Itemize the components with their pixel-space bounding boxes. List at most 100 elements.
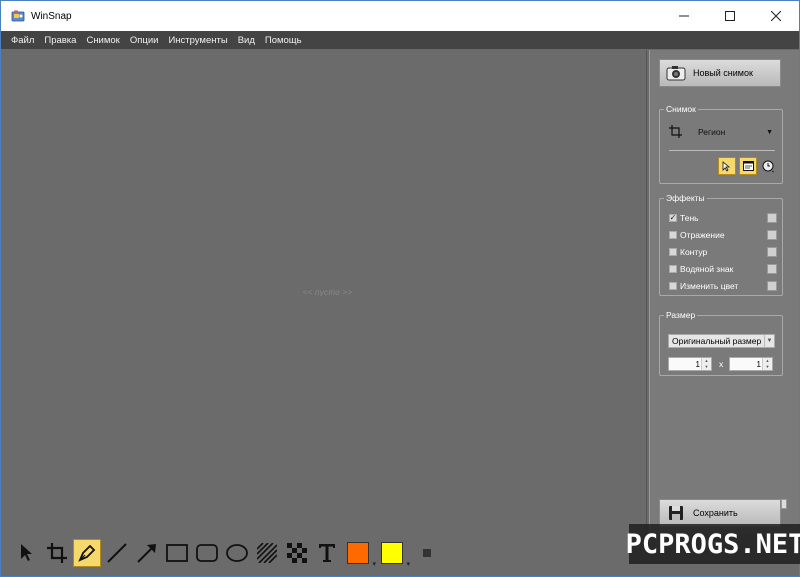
menu-bar: Файл Правка Снимок Опции Инструменты Вид… [1,31,799,49]
save-label: Сохранить [693,508,738,518]
effect-shadow: ✓ Тень [669,212,777,224]
capture-group-title: Снимок [664,104,698,114]
panel-scroll-handle[interactable] [781,499,787,509]
menu-edit[interactable]: Правка [44,35,76,46]
close-button[interactable] [753,1,799,31]
right-panel: Новый снимок Снимок Регион ▼ Эффекты ✓ Т… [649,50,799,534]
line-width-selector[interactable] [413,539,441,567]
crop-icon [47,542,67,563]
secondary-color-picker[interactable] [381,541,410,568]
cursor-icon [722,160,731,172]
height-value: 1 [756,359,761,369]
line-width-icon [423,548,431,557]
effects-group: Эффекты ✓ Тень Отражение Контур Водяной … [659,193,783,296]
region-crop-icon [669,124,682,140]
shadow-settings-button[interactable] [767,213,777,223]
new-capture-button[interactable]: Новый снимок [659,59,781,87]
pen-tool[interactable] [73,538,101,567]
window-title: WinSnap [31,10,72,22]
recolor-label: Изменить цвет [680,281,739,291]
height-stepper[interactable]: 1 ▲ ▼ [729,357,773,371]
menu-options[interactable]: Опции [130,35,159,46]
size-separator-x: x [719,359,724,369]
outline-checkbox[interactable] [669,248,677,256]
minimize-icon [679,15,689,17]
ellipse-icon [226,543,248,562]
line-tool[interactable] [103,539,131,567]
reflection-label: Отражение [680,230,725,240]
ellipse-tool[interactable] [223,539,251,567]
shadow-checkbox[interactable]: ✓ [669,214,677,222]
pen-icon [78,544,96,562]
maximize-icon [725,11,735,21]
effect-watermark: Водяной знак [669,263,777,275]
outline-settings-button[interactable] [767,247,777,257]
rounded-rectangle-icon [196,543,218,562]
minimize-button[interactable] [661,1,707,31]
text-tool[interactable] [313,539,341,567]
crop-tool[interactable] [43,539,71,567]
recolor-checkbox[interactable] [669,282,677,290]
chevron-down-icon: ▼ [766,128,773,136]
reflection-settings-button[interactable] [767,230,777,240]
menu-capture[interactable]: Снимок [86,35,119,46]
floppy-disk-icon [666,504,686,522]
pixelate-icon [287,542,307,563]
width-stepper-arrows[interactable]: ▲ ▼ [701,358,711,370]
text-icon [319,543,335,562]
hatch-icon [257,542,277,563]
timer-icon [762,160,774,172]
line-icon [107,542,127,563]
camera-icon [666,64,686,82]
effect-reflection: Отражение [669,229,777,241]
include-cursor-button[interactable] [718,157,736,175]
capture-mode-value: Регион [698,127,726,137]
pointer-tool[interactable] [13,539,41,567]
maximize-button[interactable] [707,1,753,31]
size-group-title: Размер [664,310,698,320]
close-icon [771,11,781,21]
capture-mode-dropdown[interactable]: Регион ▼ [669,124,773,140]
hatch-tool[interactable] [253,539,281,567]
width-value: 1 [695,359,700,369]
arrow-icon [137,543,156,563]
pointer-icon [21,543,32,561]
timer-button[interactable] [760,157,776,175]
chevron-down-icon: ▼ [764,335,774,347]
empty-canvas-text: << пусто >> [302,287,353,297]
effect-outline: Контур [669,246,777,258]
watermark-logo: PCPROGS.NET [626,524,800,564]
shadow-label: Тень [680,213,699,223]
effects-group-title: Эффекты [664,193,707,203]
new-capture-label: Новый снимок [693,68,753,78]
size-mode-select[interactable]: Оригинальный размер ▼ [668,334,775,348]
image-canvas[interactable]: << пусто >> [9,50,647,534]
watermark-label: Водяной знак [680,264,734,274]
arrow-tool[interactable] [133,539,161,567]
reflection-checkbox[interactable] [669,231,677,239]
outline-label: Контур [680,247,708,257]
window-icon [742,161,754,171]
window-options-button[interactable] [739,157,757,175]
capture-group: Снимок Регион ▼ [659,104,783,184]
save-button[interactable]: Сохранить [659,499,781,527]
winsnap-app-icon [11,9,25,23]
watermark-settings-button[interactable] [767,264,777,274]
capture-separator [669,150,775,151]
height-stepper-arrows[interactable]: ▲ ▼ [762,358,772,370]
recolor-settings-button[interactable] [767,281,777,291]
rounded-rectangle-tool[interactable] [193,539,221,567]
app-window: WinSnap Файл Правка Снимок Опции Инструм… [0,0,800,577]
primary-color-picker[interactable] [347,541,376,568]
pixelate-tool[interactable] [283,539,311,567]
menu-help[interactable]: Помощь [265,35,302,46]
menu-tools[interactable]: Инструменты [168,35,227,46]
width-stepper[interactable]: 1 ▲ ▼ [668,357,712,371]
menu-file[interactable]: Файл [11,35,34,46]
window-controls [661,1,799,31]
drawing-toolbar [9,535,639,570]
size-group: Размер Оригинальный размер ▼ 1 ▲ ▼ x 1 ▲ ▼ [659,310,783,376]
menu-view[interactable]: Вид [238,35,255,46]
rectangle-tool[interactable] [163,539,191,567]
watermark-checkbox[interactable] [669,265,677,273]
